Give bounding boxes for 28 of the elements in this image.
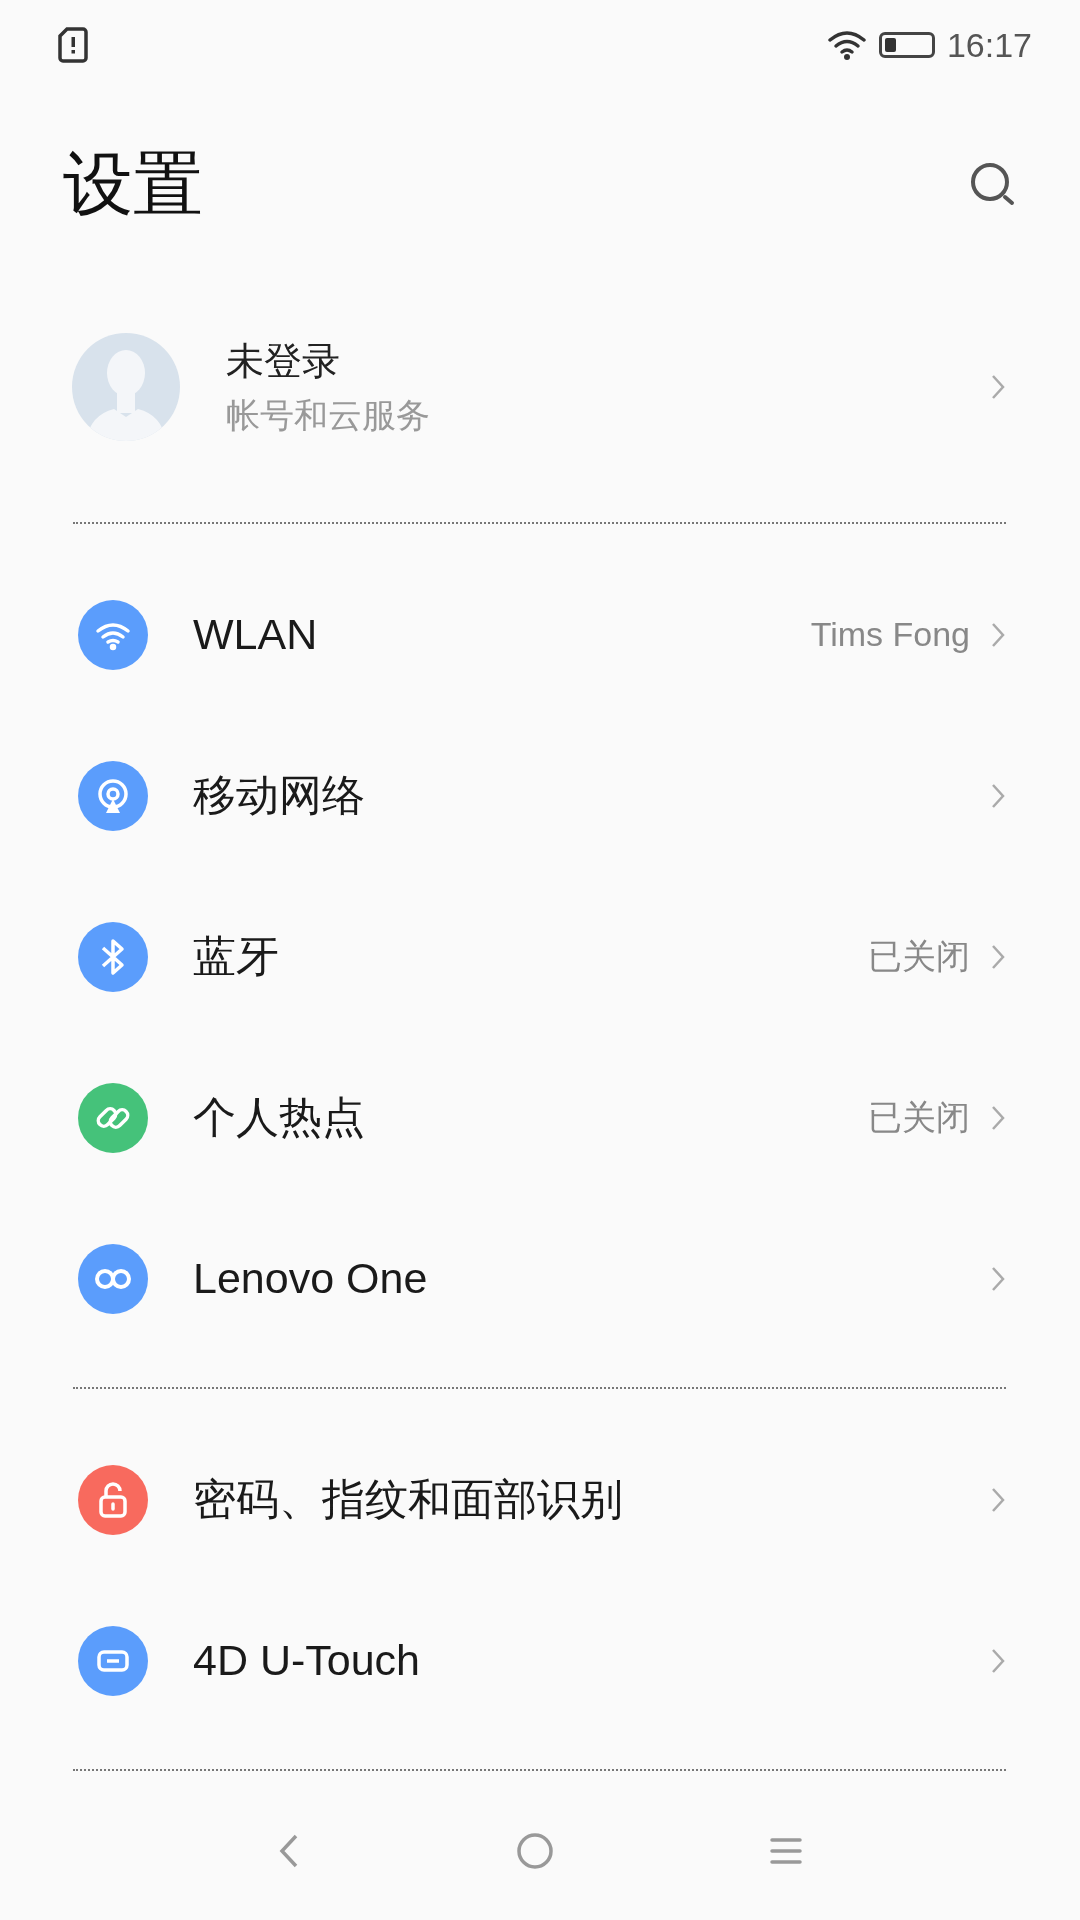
clock-time: 16:17: [946, 25, 1032, 65]
item-label: WLAN: [193, 610, 319, 659]
home-icon[interactable]: [515, 1831, 555, 1871]
item-value: Tims Fong: [810, 615, 970, 654]
account-subtitle: 帐号和云服务: [226, 393, 431, 437]
item-label: 蓝牙: [193, 930, 280, 982]
item-label: 4D U-Touch: [193, 1636, 422, 1685]
item-value: 已关闭: [868, 1096, 970, 1138]
settings-item[interactable]: 密码、指纹和面部识别: [0, 1419, 1080, 1580]
battery-icon: [878, 32, 935, 58]
settings-item[interactable]: 4D U-Touch: [0, 1580, 1080, 1741]
settings-item[interactable]: Lenovo One: [0, 1198, 1080, 1359]
item-label: 密码、指纹和面部识别: [193, 1473, 624, 1525]
sim-alert-icon: [58, 27, 88, 63]
account-row[interactable]: 未登录 帐号和云服务: [0, 280, 1080, 494]
settings-item[interactable]: 移动网络: [0, 715, 1080, 876]
settings-item[interactable]: 蓝牙 已关闭: [0, 876, 1080, 1037]
settings-item[interactable]: WLAN Tims Fong: [0, 554, 1080, 715]
item-label: Lenovo One: [193, 1254, 429, 1303]
item-value: 已关闭: [868, 935, 970, 977]
account-name: 未登录: [226, 337, 341, 385]
item-label: 移动网络: [193, 769, 366, 821]
chevron-icon: [990, 373, 1006, 401]
item-label: 个人热点: [193, 1091, 366, 1143]
settings-item[interactable]: 个人热点 已关闭: [0, 1037, 1080, 1198]
wifi-icon: [826, 29, 867, 61]
menu-icon[interactable]: [769, 1836, 803, 1866]
page-title: 设置: [63, 142, 203, 227]
